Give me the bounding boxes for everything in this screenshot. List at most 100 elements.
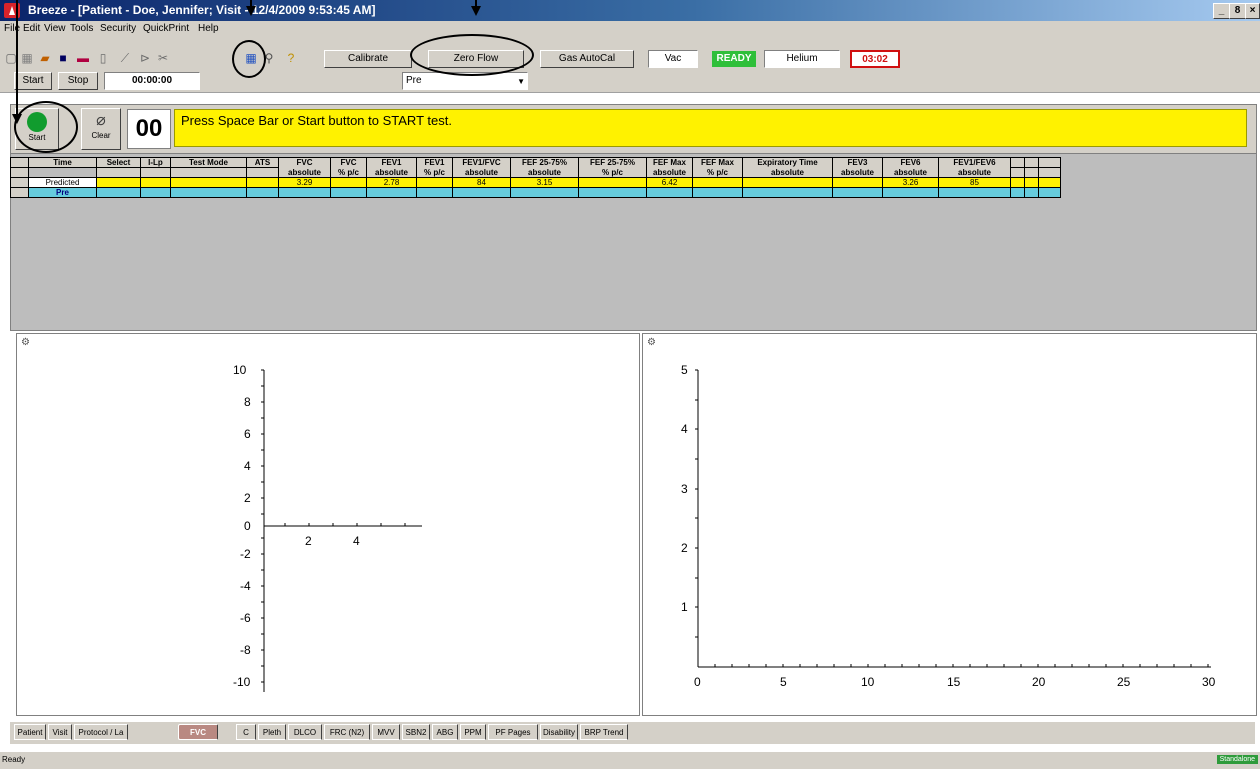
clear-button[interactable]: ⌀ Clear <box>81 108 121 150</box>
col-fev1fev6[interactable]: FEV1/FEV6 <box>938 157 1011 168</box>
col-fev1fvc-abs[interactable]: FEV1/FVC <box>452 157 511 168</box>
col-extra-3[interactable] <box>1038 157 1061 168</box>
subheader-cell: % p/c <box>692 167 743 178</box>
predicted-fvc: 3.29 <box>278 177 331 188</box>
subheader-cell: % p/c <box>330 167 367 178</box>
subheader-cell: absolute <box>832 167 883 178</box>
flow-volume-graph[interactable]: ⚙ 10 8 6 4 2 0 -2 -4 -6 -8 -10 2 4 <box>16 333 640 716</box>
annotation-circle-start <box>14 101 78 153</box>
col-fev6[interactable]: FEV6 <box>882 157 939 168</box>
chevron-down-icon[interactable]: ▼ <box>517 74 525 90</box>
table-cell <box>832 177 883 188</box>
col-fefmax-pc[interactable]: FEF Max <box>692 157 743 168</box>
vac-indicator: Vac <box>648 50 698 68</box>
menu-bar: File Edit View Tools Security QuickPrint… <box>0 21 1260 38</box>
subheader-cell: absolute <box>510 167 579 178</box>
tab-mvv[interactable]: MVV <box>372 724 400 740</box>
menu-edit[interactable]: Edit <box>23 23 40 34</box>
tab-c[interactable]: C <box>236 724 256 740</box>
predicted-fev1: 2.78 <box>366 177 417 188</box>
col-time[interactable]: Time <box>28 157 97 168</box>
menu-view[interactable]: View <box>44 23 66 34</box>
tab-sbn2[interactable]: SBN2 <box>402 724 430 740</box>
save-icon[interactable]: ■ <box>56 51 70 65</box>
col-fvc-abs[interactable]: FVC <box>278 157 331 168</box>
gas-autocal-button[interactable]: Gas AutoCal <box>540 50 634 68</box>
copy-icon[interactable]: ⊳ <box>138 51 152 65</box>
predicted-fev1fev6: 85 <box>938 177 1011 188</box>
tab-ppm[interactable]: PPM <box>460 724 486 740</box>
col-test-mode[interactable]: Test Mode <box>170 157 247 168</box>
col-fev3[interactable]: FEV3 <box>832 157 883 168</box>
col-fvc-pc[interactable]: FVC <box>330 157 367 168</box>
subheader-cell: % p/c <box>578 167 647 178</box>
menu-help[interactable]: Help <box>198 23 219 34</box>
stop-toolbar-button[interactable]: Stop <box>58 72 98 90</box>
y-tick-label: -10 <box>233 675 251 689</box>
x-tick-label: 0 <box>694 675 701 689</box>
predicted-fef2575: 3.15 <box>510 177 579 188</box>
test-prompt: Press Space Bar or Start button to START… <box>174 109 1247 147</box>
pre-row-label[interactable]: Pre <box>28 187 97 198</box>
y-tick-label: 4 <box>681 422 688 436</box>
tab-protocol[interactable]: Protocol / La <box>74 724 128 740</box>
clear-label: Clear <box>91 131 111 140</box>
col-extra-1[interactable] <box>1010 157 1025 168</box>
minimize-button[interactable]: _ <box>1213 3 1230 19</box>
tab-fvc[interactable]: FVC <box>178 724 218 740</box>
tab-patient[interactable]: Patient <box>14 724 46 740</box>
x-tick-label: 2 <box>305 534 312 548</box>
subheader-cell: absolute <box>742 167 833 178</box>
tab-visit[interactable]: Visit <box>48 724 72 740</box>
predicted-fefmax: 6.42 <box>646 177 693 188</box>
tab-disability[interactable]: Disability <box>540 724 578 740</box>
menu-tools[interactable]: Tools <box>70 23 93 34</box>
x-tick-label: 30 <box>1202 675 1216 689</box>
table-cell <box>140 177 171 188</box>
col-fef2575-abs[interactable]: FEF 25-75% <box>510 157 579 168</box>
open-folder-icon[interactable]: ▰ <box>38 51 52 65</box>
maximize-button[interactable]: 8 <box>1229 3 1246 19</box>
x-tick-label: 4 <box>353 534 360 548</box>
col-fev1-abs[interactable]: FEV1 <box>366 157 417 168</box>
col-fef2575-pc[interactable]: FEF 25-75% <box>578 157 647 168</box>
edit-icon[interactable]: ⟋ <box>118 51 132 65</box>
predicted-row-label[interactable]: Predicted <box>28 177 97 188</box>
col-exp-time[interactable]: Expiratory Time <box>742 157 833 168</box>
x-tick-label: 10 <box>861 675 875 689</box>
calibrate-button[interactable]: Calibrate <box>324 50 412 68</box>
tab-dlco[interactable]: DLCO <box>288 724 322 740</box>
y-tick-label: 10 <box>233 363 247 377</box>
col-fefmax-abs[interactable]: FEF Max <box>646 157 693 168</box>
open-icon[interactable]: ▦ <box>20 51 34 65</box>
helium-timer: 03:02 <box>850 50 900 68</box>
tab-pleth[interactable]: Pleth <box>258 724 286 740</box>
table-cell <box>416 177 453 188</box>
col-select[interactable]: Select <box>96 157 141 168</box>
table-cell <box>246 177 279 188</box>
col-fev1-pc[interactable]: FEV1 <box>416 157 453 168</box>
y-tick-label: 0 <box>244 519 251 533</box>
tab-pf-pages[interactable]: PF Pages <box>488 724 538 740</box>
predicted-fev1fvc: 84 <box>452 177 511 188</box>
report-icon[interactable]: ▬ <box>76 51 90 65</box>
close-button[interactable]: × <box>1245 3 1260 19</box>
tab-brp-trend[interactable]: BRP Trend <box>580 724 628 740</box>
volume-time-graph[interactable]: ⚙ 5 4 3 2 1 0 5 10 15 20 25 30 <box>642 333 1257 716</box>
tab-abg[interactable]: ABG <box>432 724 458 740</box>
tab-frc-n2[interactable]: FRC (N2) <box>324 724 370 740</box>
subheader-cell: absolute <box>646 167 693 178</box>
help-icon[interactable]: ? <box>284 51 298 65</box>
col-ilp[interactable]: I-Lp <box>140 157 171 168</box>
print-icon[interactable]: ▯ <box>96 51 110 65</box>
col-extra-2[interactable] <box>1024 157 1039 168</box>
start-toolbar-button[interactable]: Start <box>14 72 52 90</box>
menu-security[interactable]: Security <box>100 23 136 34</box>
y-tick-label: 5 <box>681 363 688 377</box>
table-cell <box>96 177 141 188</box>
y-tick-label: -8 <box>240 643 251 657</box>
results-table: Time Select I-Lp Test Mode ATS FVC FVC F… <box>10 157 1061 198</box>
menu-quickprint[interactable]: QuickPrint <box>143 23 189 34</box>
cut-icon[interactable]: ✂ <box>156 51 170 65</box>
col-ats[interactable]: ATS <box>246 157 279 168</box>
